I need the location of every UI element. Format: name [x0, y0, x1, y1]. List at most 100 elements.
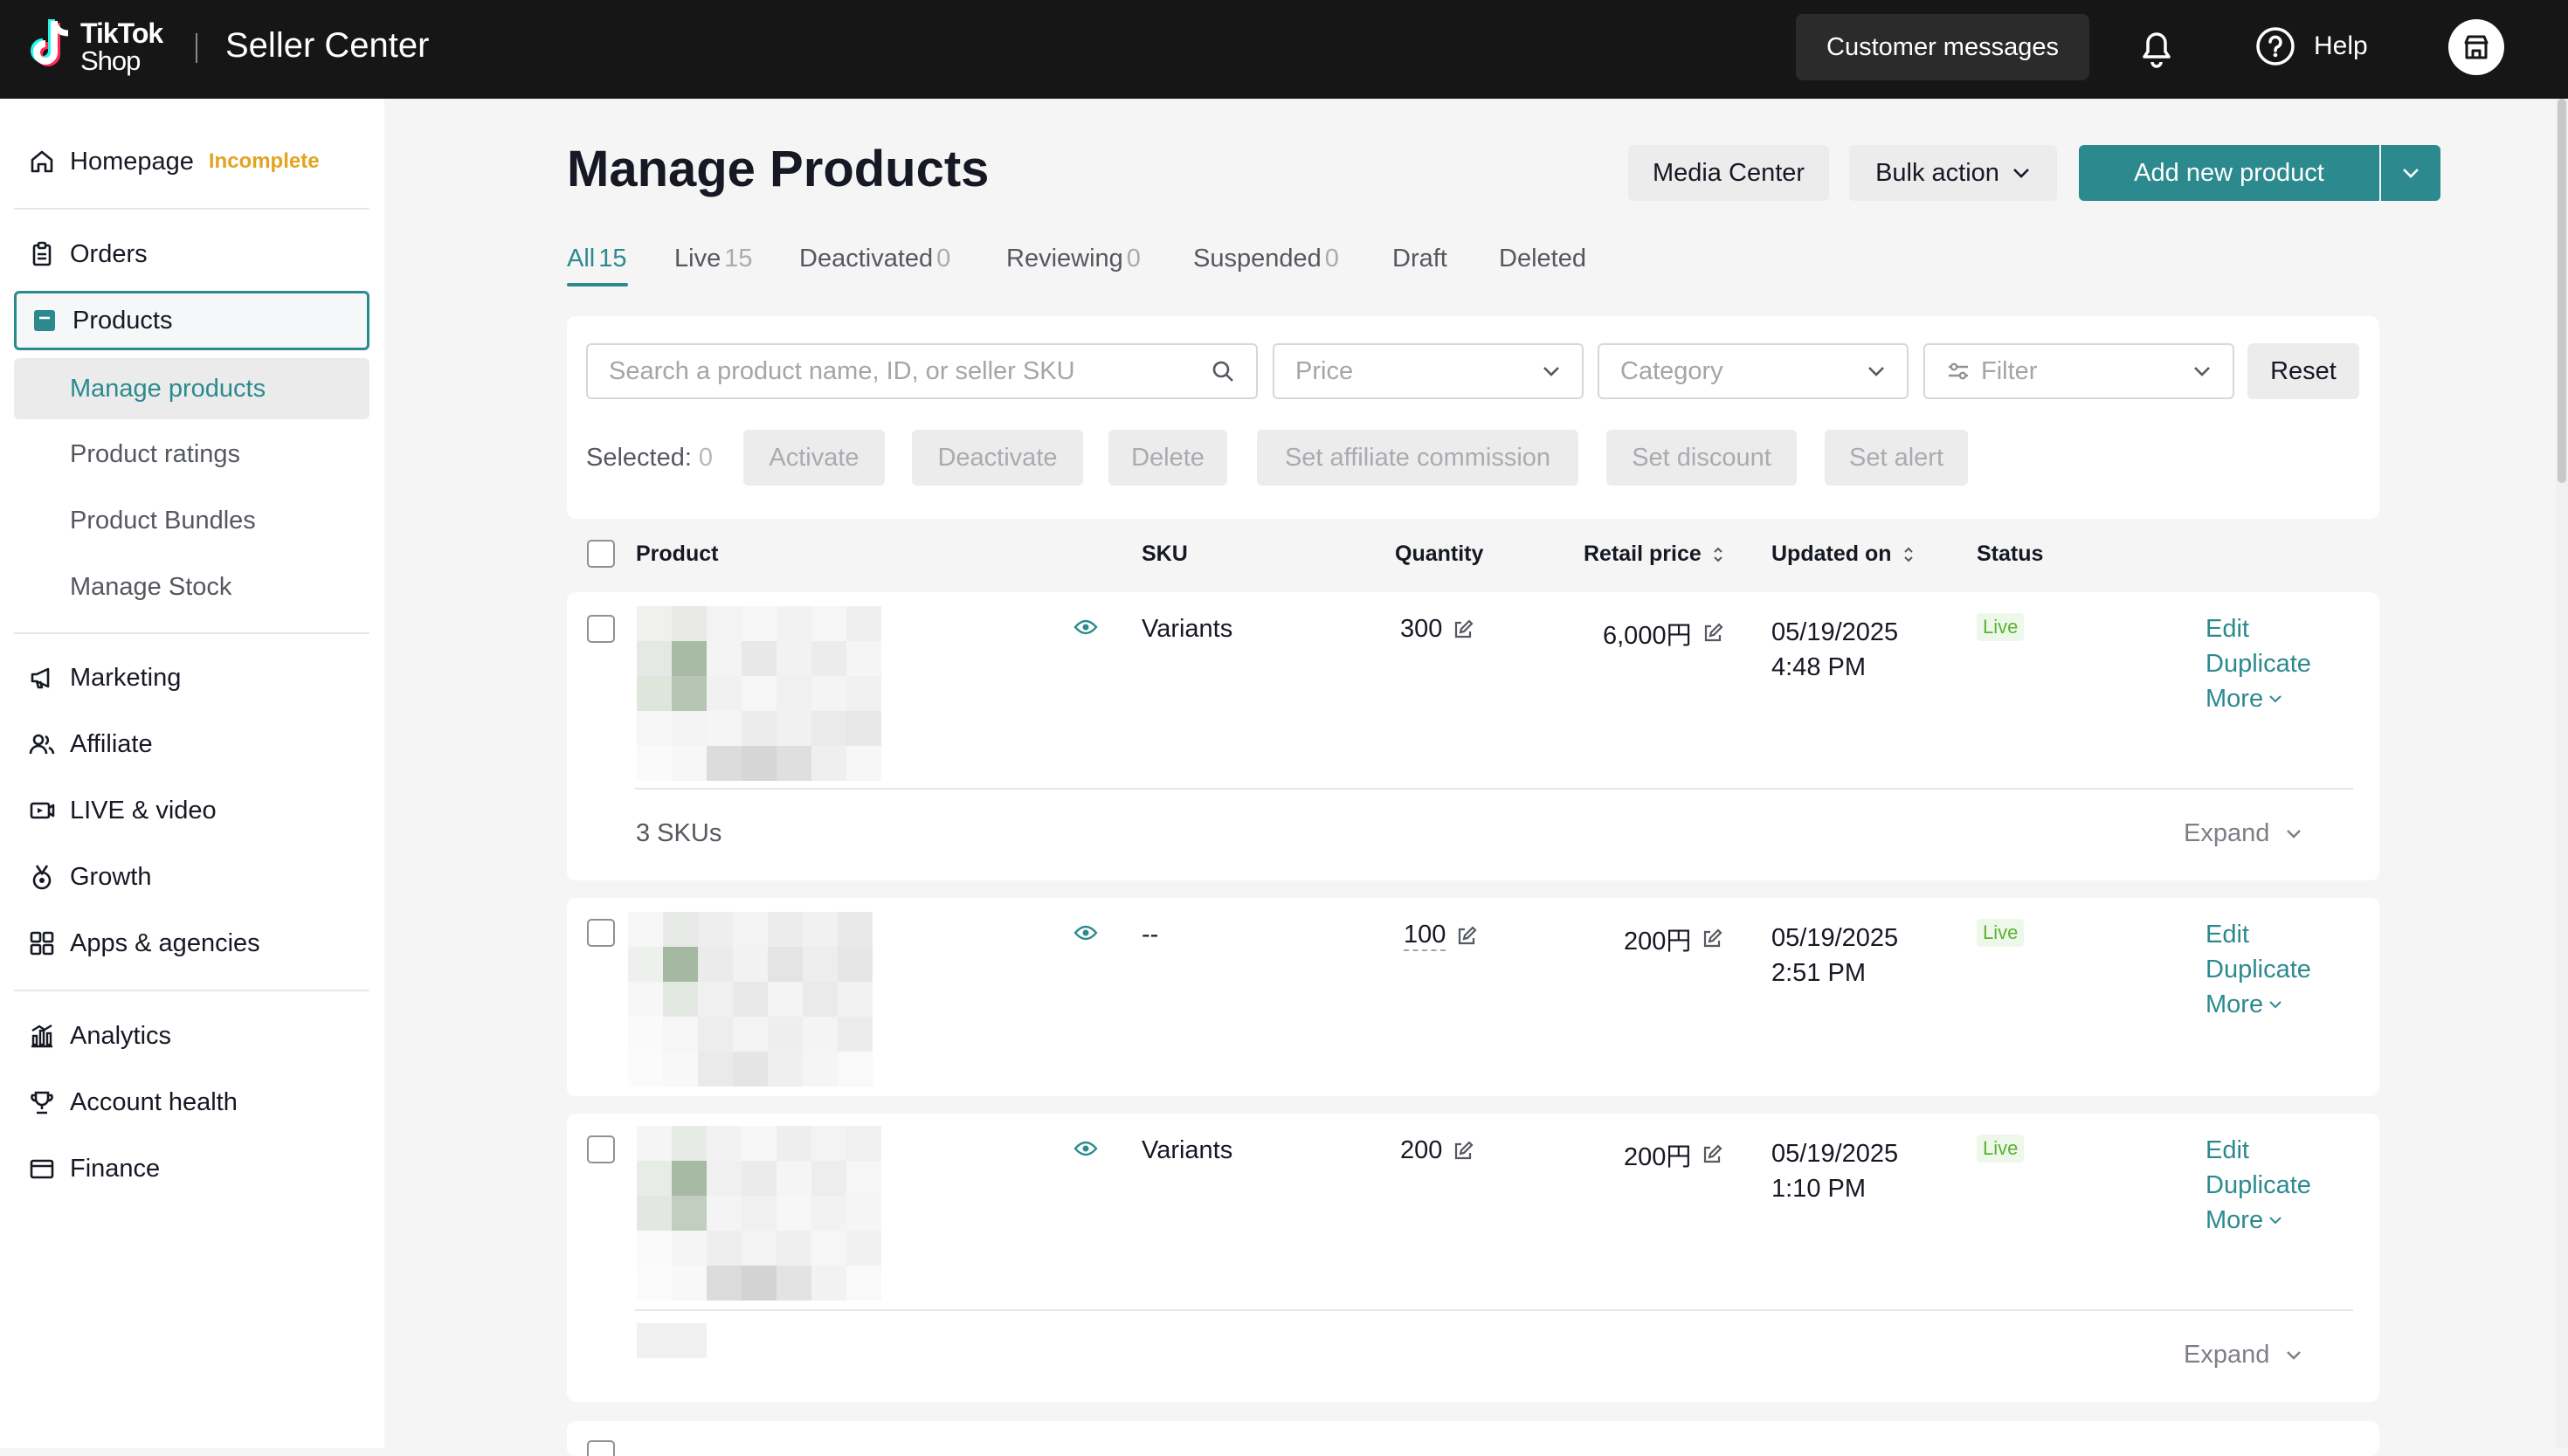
updated-time: 4:48 PM: [1771, 653, 1866, 681]
store-icon[interactable]: [2448, 19, 2504, 75]
product-thumbnail[interactable]: [628, 912, 873, 1087]
search-input[interactable]: Search a product name, ID, or seller SKU: [586, 343, 1258, 399]
status-badge: Live: [1977, 613, 2025, 641]
updated-on-cell: 05/19/2025 4:48 PM: [1771, 615, 1898, 685]
expand-label: Expand: [2184, 1341, 2270, 1369]
sidebar-item-growth[interactable]: Growth: [14, 847, 369, 907]
add-new-product-button[interactable]: Add new product: [2079, 145, 2379, 201]
sidebar-item-account-health[interactable]: Account health: [14, 1073, 369, 1132]
eye-icon[interactable]: [1073, 924, 1098, 942]
edit-icon[interactable]: [1702, 928, 1722, 949]
row-checkbox[interactable]: [587, 919, 615, 947]
column-header-updated-on[interactable]: Updated on: [1771, 542, 1915, 567]
status-badge: Live: [1977, 1135, 2025, 1163]
delete-button[interactable]: Delete: [1108, 430, 1227, 486]
sidebar-item-products[interactable]: Products: [14, 291, 369, 350]
row-checkbox[interactable]: [587, 1135, 615, 1163]
sidebar-subitem-manage-products[interactable]: Manage products: [14, 358, 369, 419]
sidebar-item-marketing[interactable]: Marketing: [14, 648, 369, 707]
tab-all[interactable]: All 15: [567, 245, 627, 273]
column-header-retail-price[interactable]: Retail price: [1584, 542, 1724, 567]
sidebar-item-apps-agencies[interactable]: Apps & agencies: [14, 914, 369, 973]
select-all-checkbox[interactable]: [587, 540, 615, 568]
row-checkbox[interactable]: [587, 1440, 615, 1456]
deactivate-button[interactable]: Deactivate: [912, 430, 1083, 486]
sidebar-item-homepage[interactable]: Homepage Incomplete: [14, 132, 369, 191]
edit-link[interactable]: Edit: [2206, 917, 2311, 952]
category-select[interactable]: Category: [1598, 343, 1909, 399]
sidebar-item-analytics[interactable]: Analytics: [14, 1006, 369, 1066]
reset-button[interactable]: Reset: [2247, 343, 2359, 399]
edit-icon[interactable]: [1702, 1144, 1722, 1165]
add-product-dropdown-button[interactable]: [2381, 145, 2440, 201]
help-link[interactable]: Help: [2314, 31, 2368, 61]
sidebar: Homepage Incomplete Orders Products Mana…: [0, 99, 384, 1448]
set-alert-button[interactable]: Set alert: [1825, 430, 1968, 486]
tiktok-logo-icon[interactable]: [26, 17, 75, 73]
sidebar-subitem-product-ratings[interactable]: Product ratings: [14, 424, 369, 485]
sidebar-subitem-manage-stock[interactable]: Manage Stock: [14, 556, 369, 618]
video-icon: [14, 797, 70, 825]
sku-value[interactable]: Variants: [1142, 615, 1232, 644]
tab-label: Reviewing: [1006, 245, 1123, 273]
category-placeholder: Category: [1620, 356, 1723, 385]
sku-value[interactable]: Variants: [1142, 1136, 1232, 1165]
eye-icon[interactable]: [1073, 1140, 1098, 1157]
set-discount-button[interactable]: Set discount: [1606, 430, 1797, 486]
chevron-down-icon: [2192, 365, 2212, 377]
chevron-down-icon: [2268, 1216, 2282, 1225]
tab-deleted[interactable]: Deleted: [1499, 245, 1586, 273]
scrollbar-thumb[interactable]: [2558, 99, 2566, 483]
quantity-value[interactable]: 100: [1404, 921, 1446, 951]
sidebar-item-finance[interactable]: Finance: [14, 1139, 369, 1198]
edit-icon[interactable]: [1453, 618, 1474, 640]
product-thumbnail[interactable]: [637, 1126, 881, 1301]
duplicate-link[interactable]: Duplicate: [2206, 952, 2311, 987]
sidebar-item-live-video[interactable]: LIVE & video: [14, 781, 369, 840]
help-circle-icon[interactable]: [2255, 26, 2295, 66]
tab-reviewing[interactable]: Reviewing 0: [1006, 245, 1141, 273]
price-select[interactable]: Price: [1273, 343, 1584, 399]
activate-button[interactable]: Activate: [743, 430, 885, 486]
tab-draft[interactable]: Draft: [1392, 245, 1447, 273]
more-link[interactable]: More: [2206, 681, 2311, 716]
sort-icon[interactable]: [1902, 545, 1915, 564]
tab-live[interactable]: Live 15: [674, 245, 752, 273]
more-link[interactable]: More: [2206, 1203, 2311, 1238]
row-checkbox[interactable]: [587, 615, 615, 643]
eye-icon[interactable]: [1073, 618, 1098, 636]
expand-button[interactable]: Expand: [2184, 819, 2302, 848]
edit-icon[interactable]: [1702, 623, 1723, 644]
column-header-label: Status: [1977, 542, 2044, 566]
edit-link[interactable]: Edit: [2206, 1133, 2311, 1168]
column-header-quantity: Quantity: [1395, 542, 1483, 567]
tab-deactivated[interactable]: Deactivated 0: [799, 245, 950, 273]
tab-suspended[interactable]: Suspended 0: [1193, 245, 1339, 273]
search-icon: [1211, 359, 1235, 383]
filter-select[interactable]: Filter: [1923, 343, 2234, 399]
sidebar-item-orders[interactable]: Orders: [14, 224, 369, 284]
tab-count: 15: [598, 245, 627, 273]
edit-icon[interactable]: [1456, 925, 1477, 947]
column-header-label: SKU: [1142, 542, 1188, 566]
media-center-button[interactable]: Media Center: [1628, 145, 1829, 201]
product-thumbnail[interactable]: [637, 606, 881, 781]
more-link[interactable]: More: [2206, 987, 2311, 1022]
duplicate-link[interactable]: Duplicate: [2206, 646, 2311, 681]
sidebar-item-affiliate[interactable]: Affiliate: [14, 714, 369, 774]
sidebar-subitem-product-bundles[interactable]: Product Bundles: [14, 490, 369, 551]
search-placeholder: Search a product name, ID, or seller SKU: [609, 356, 1075, 385]
bell-icon[interactable]: [2137, 27, 2176, 69]
page-title: Manage Products: [567, 141, 990, 197]
expand-button[interactable]: Expand: [2184, 1341, 2302, 1370]
duplicate-link[interactable]: Duplicate: [2206, 1168, 2311, 1203]
column-header-sku: SKU: [1142, 542, 1188, 567]
edit-link[interactable]: Edit: [2206, 611, 2311, 646]
updated-time: 1:10 PM: [1771, 1175, 1866, 1203]
customer-messages-button[interactable]: Customer messages: [1796, 14, 2089, 80]
tab-count: 15: [724, 245, 753, 273]
edit-icon[interactable]: [1453, 1140, 1474, 1162]
bulk-action-button[interactable]: Bulk action: [1849, 145, 2057, 201]
sort-icon[interactable]: [1712, 545, 1724, 564]
set-affiliate-commission-button[interactable]: Set affiliate commission: [1257, 430, 1578, 486]
